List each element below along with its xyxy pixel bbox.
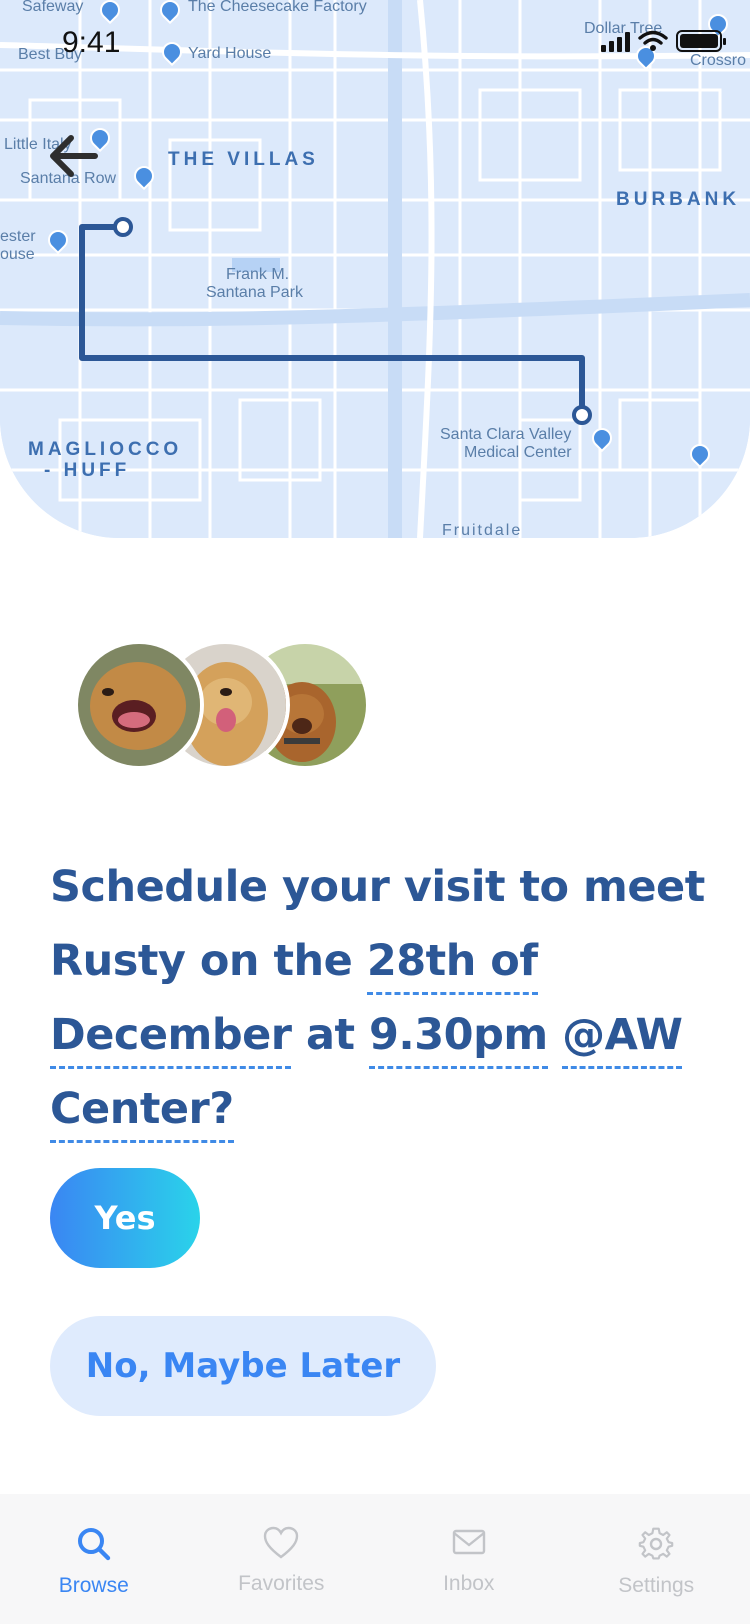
battery-icon [676,30,726,52]
map-place-house: ouse [0,246,35,263]
map-district-burbank: BURBANK [616,189,741,210]
map-district-magliocco: MAGLIOCCO [28,439,183,460]
dog-avatar [74,640,204,770]
map-place-yard-house: Yard House [188,45,272,62]
map-place-fruitdale: Fruitdale [442,522,523,538]
dog-avatars [74,640,394,770]
tab-label: Settings [618,1574,695,1597]
map-place-safeway: Safeway [22,0,84,15]
mail-icon [452,1529,485,1555]
tab-favorites[interactable]: Favorites [188,1494,376,1624]
map-district-huff: - HUFF [44,460,131,481]
arrow-left-icon [50,135,98,177]
maybe-later-button[interactable]: No, Maybe Later [50,1316,436,1416]
map-place-frank-park-2: Santana Park [206,284,303,301]
route-map[interactable]: Safeway The Cheesecake Factory Best Buy … [0,0,750,538]
tab-settings[interactable]: Settings [563,1494,750,1624]
wifi-icon [638,30,668,51]
heart-icon [264,1526,299,1559]
map-place-frank-park: Frank M. [226,266,290,283]
headline-text [548,1010,562,1060]
tab-label: Inbox [443,1572,495,1595]
gear-icon [638,1527,674,1560]
tab-inbox[interactable]: Inbox [375,1494,563,1624]
tab-label: Browse [58,1574,129,1597]
status-time: 9:41 [62,26,121,59]
visit-time-link[interactable]: 9.30pm [368,1010,548,1069]
headline-text: at [291,1010,369,1060]
tab-label: Favorites [238,1572,325,1595]
schedule-question: Schedule your visit to meet Rusty on the… [50,850,720,1146]
yes-button[interactable]: Yes [50,1168,200,1268]
map-place-medical-center-2: Medical Center [464,444,572,461]
map-place-crossroads: Crossro [690,52,747,69]
cellular-signal-icon [601,30,630,52]
map-district-villas: THE VILLAS [168,149,319,170]
search-icon [77,1528,110,1561]
map-place-medical-center: Santa Clara Valley [440,426,572,443]
tab-browse[interactable]: Browse [0,1494,188,1624]
map-place-cheesecake: The Cheesecake Factory [188,0,367,15]
back-button[interactable] [40,128,104,184]
status-icons [601,30,726,52]
map-place-winchester: ester [0,228,36,245]
tab-bar: Browse Favorites Inbox Settings [0,1494,750,1624]
